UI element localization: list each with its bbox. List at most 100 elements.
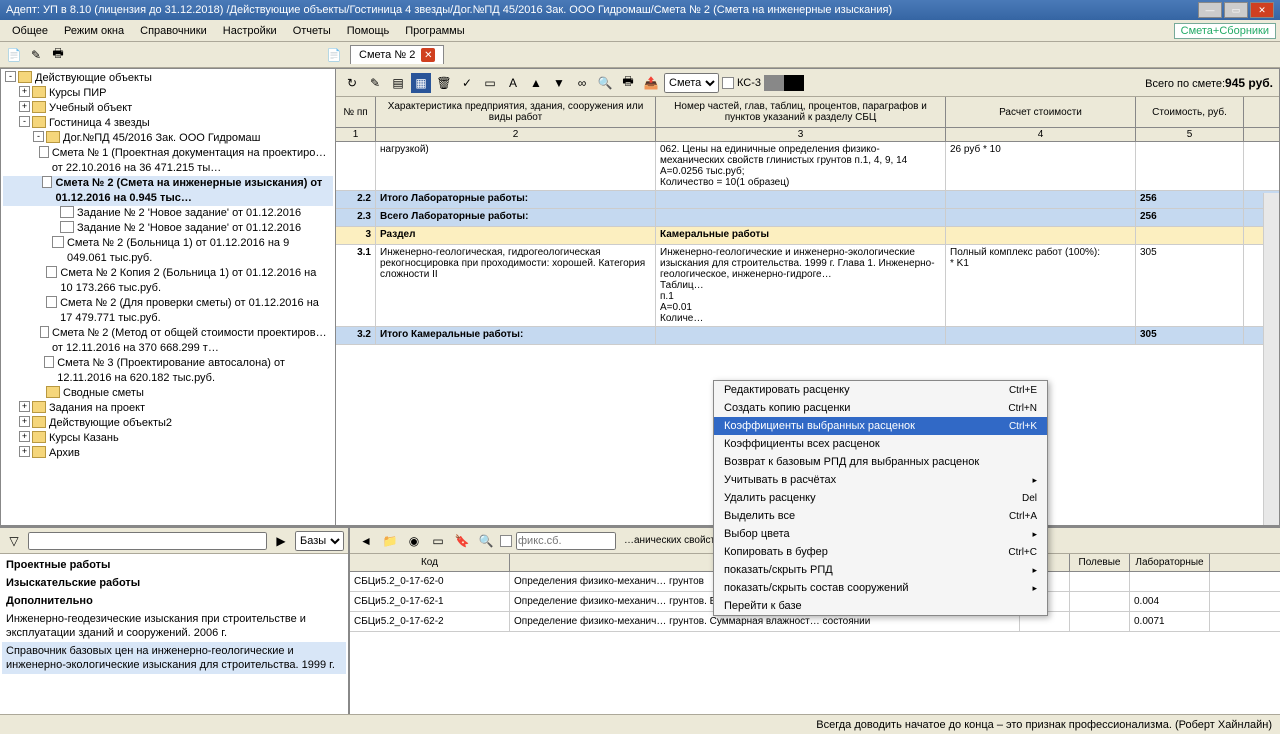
- tree-toggle-icon[interactable]: +: [19, 401, 30, 412]
- col-cost[interactable]: Стоимость, руб.: [1136, 97, 1244, 127]
- check-icon[interactable]: ✓: [457, 73, 477, 93]
- tree-pane[interactable]: -Действующие объекты+Курсы ПИР+Учебный о…: [0, 68, 336, 526]
- tree-item[interactable]: +Курсы Казань: [3, 431, 333, 446]
- doc-tab[interactable]: Смета № 2 ✕: [350, 45, 444, 64]
- tree-item[interactable]: -Дог.№ПД 45/2016 Зак. ООО Гидромаш: [3, 131, 333, 146]
- tags-icon[interactable]: 🔖: [452, 531, 472, 551]
- grid-row[interactable]: 2.3Всего Лабораторные работы:256: [336, 209, 1279, 227]
- menu-item[interactable]: Учитывать в расчётах▸: [714, 471, 1047, 489]
- tree-item[interactable]: -Действующие объекты: [3, 71, 333, 86]
- col-num[interactable]: № пп: [336, 97, 376, 127]
- form-icon[interactable]: ▦: [411, 73, 431, 93]
- menu-item[interactable]: показать/скрыть состав сооружений▸: [714, 579, 1047, 597]
- up-icon[interactable]: ▲: [526, 73, 546, 93]
- play-icon[interactable]: ▶: [271, 531, 291, 551]
- filter-icon[interactable]: ▽: [4, 531, 24, 551]
- base-list-item[interactable]: Дополнительно: [2, 592, 346, 610]
- base-list-item[interactable]: Изыскательские работы: [2, 574, 346, 592]
- tree-toggle-icon[interactable]: +: [19, 101, 30, 112]
- close-button[interactable]: ✕: [1250, 2, 1274, 18]
- export-icon[interactable]: 📤: [641, 73, 661, 93]
- col-ref[interactable]: Номер частей, глав, таблиц, процентов, п…: [656, 97, 946, 127]
- grid-row[interactable]: 3РазделКамеральные работы: [336, 227, 1279, 245]
- tab-close-icon[interactable]: ✕: [421, 48, 435, 62]
- bases-select[interactable]: Базы: [295, 531, 344, 551]
- grid-row[interactable]: 3.1Инженерно-геологическая, гидрогеологи…: [336, 245, 1279, 327]
- tree-item[interactable]: Смета № 2 (Смета на инженерные изыскания…: [3, 176, 333, 206]
- back-icon[interactable]: ◄: [356, 531, 376, 551]
- tree-toggle-icon[interactable]: +: [19, 86, 30, 97]
- col-calc[interactable]: Расчет стоимости: [946, 97, 1136, 127]
- menu-programs[interactable]: Программы: [397, 22, 472, 40]
- delete-icon[interactable]: 🗑: [434, 73, 454, 93]
- col-desc[interactable]: Характеристика предприятия, здания, соор…: [376, 97, 656, 127]
- tree-toggle-icon[interactable]: +: [19, 416, 30, 427]
- tree-item[interactable]: +Задания на проект: [3, 401, 333, 416]
- font-icon[interactable]: A: [503, 73, 523, 93]
- menu-help[interactable]: Помощь: [339, 22, 398, 40]
- fixed-checkbox[interactable]: [500, 535, 512, 547]
- menu-window-mode[interactable]: Режим окна: [56, 22, 132, 40]
- menu-settings[interactable]: Настройки: [215, 22, 285, 40]
- tree-item[interactable]: Смета № 2 Копия 2 (Больница 1) от 01.12.…: [3, 266, 333, 296]
- tree-item[interactable]: Сводные сметы: [3, 386, 333, 401]
- minimize-button[interactable]: —: [1198, 2, 1222, 18]
- menu-references[interactable]: Справочники: [132, 22, 215, 40]
- tree-item[interactable]: Задание № 2 'Новое задание' от 01.12.201…: [3, 206, 333, 221]
- tree-item[interactable]: Смета № 2 (Метод от общей стоимости прое…: [3, 326, 333, 356]
- image-icon[interactable]: ▭: [480, 73, 500, 93]
- grid-row[interactable]: 3.2Итого Камеральные работы:305: [336, 327, 1279, 345]
- link-icon[interactable]: ∞: [572, 73, 592, 93]
- menu-item[interactable]: Выделить всеCtrl+A: [714, 507, 1047, 525]
- base-list-item[interactable]: Инженерно-геодезические изыскания при ст…: [2, 610, 346, 642]
- refresh-icon[interactable]: ↻: [342, 73, 362, 93]
- menu-item[interactable]: Возврат к базовым РПД для выбранных расц…: [714, 453, 1047, 471]
- menu-general[interactable]: Общее: [4, 22, 56, 40]
- tree-item[interactable]: Смета № 1 (Проектная документация на про…: [3, 146, 333, 176]
- col-lab[interactable]: Лабораторные: [1130, 554, 1210, 571]
- menu-item[interactable]: Удалить расценкуDel: [714, 489, 1047, 507]
- new-icon[interactable]: 📄: [4, 45, 24, 65]
- base-list-item[interactable]: Проектные работы: [2, 556, 346, 574]
- tree-item[interactable]: +Действующие объекты2: [3, 416, 333, 431]
- tree-item[interactable]: Смета № 2 (Для проверки сметы) от 01.12.…: [3, 296, 333, 326]
- print-icon[interactable]: 🖶: [48, 45, 68, 65]
- base-list-item[interactable]: Справочник базовых цен на инженерно-геол…: [2, 642, 346, 674]
- mode-select[interactable]: Смета: [664, 73, 719, 93]
- mode-badge[interactable]: Смета+Сборники: [1174, 23, 1276, 39]
- grid-row[interactable]: 2.2Итого Лабораторные работы:256: [336, 191, 1279, 209]
- search-icon-2[interactable]: 🔍: [476, 531, 496, 551]
- tree-toggle-icon[interactable]: +: [19, 431, 30, 442]
- list-icon[interactable]: ▤: [388, 73, 408, 93]
- menu-item[interactable]: Выбор цвета▸: [714, 525, 1047, 543]
- menu-item[interactable]: Перейти к базе: [714, 597, 1047, 615]
- col-code[interactable]: Код: [350, 554, 510, 571]
- fixed-input[interactable]: [516, 532, 616, 550]
- tree-item[interactable]: -Гостиница 4 звезды: [3, 116, 333, 131]
- grid-row[interactable]: нагрузкой)062. Цены на единичные определ…: [336, 142, 1279, 191]
- bases-list[interactable]: Проектные работыИзыскательские работыДоп…: [0, 554, 348, 714]
- menu-item[interactable]: Редактировать расценкуCtrl+E: [714, 381, 1047, 399]
- tree-toggle-icon[interactable]: +: [19, 446, 30, 457]
- col-field[interactable]: Полевые: [1070, 554, 1130, 571]
- tree-toggle-icon[interactable]: -: [33, 131, 44, 142]
- menu-item[interactable]: Коэффициенты выбранных расценокCtrl+K: [714, 417, 1047, 435]
- folder-icon[interactable]: 📁: [380, 531, 400, 551]
- tree-item[interactable]: +Учебный объект: [3, 101, 333, 116]
- search-icon[interactable]: 🔍: [595, 73, 615, 93]
- tree-item[interactable]: +Курсы ПИР: [3, 86, 333, 101]
- menu-reports[interactable]: Отчеты: [285, 22, 339, 40]
- maximize-button[interactable]: ▭: [1224, 2, 1248, 18]
- menu-item[interactable]: показать/скрыть РПД▸: [714, 561, 1047, 579]
- globe-icon[interactable]: ◉: [404, 531, 424, 551]
- print-icon-2[interactable]: 🖶: [618, 73, 638, 93]
- menu-item[interactable]: Создать копию расценкиCtrl+N: [714, 399, 1047, 417]
- color-swatch[interactable]: [764, 75, 804, 91]
- tree-item[interactable]: Задание № 2 'Новое задание' от 01.12.201…: [3, 221, 333, 236]
- grid-scrollbar[interactable]: [1263, 193, 1279, 525]
- tree-toggle-icon[interactable]: -: [5, 71, 16, 82]
- open-icon[interactable]: ✎: [365, 73, 385, 93]
- down-icon[interactable]: ▼: [549, 73, 569, 93]
- menu-item[interactable]: Копировать в буферCtrl+C: [714, 543, 1047, 561]
- menu-item[interactable]: Коэффициенты всех расценок: [714, 435, 1047, 453]
